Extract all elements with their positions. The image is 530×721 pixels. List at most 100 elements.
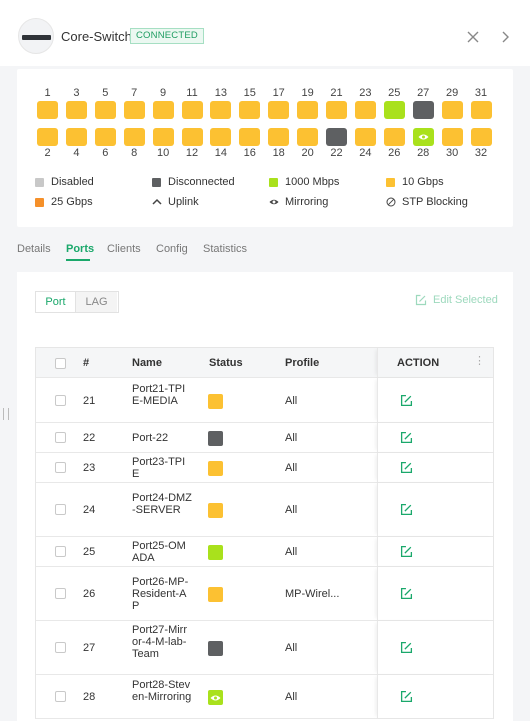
action-cell bbox=[377, 423, 493, 452]
port-3[interactable] bbox=[65, 101, 87, 119]
row-checkbox[interactable] bbox=[55, 504, 66, 515]
uplink-icon bbox=[152, 197, 162, 207]
port-1[interactable] bbox=[37, 101, 58, 119]
close-icon[interactable] bbox=[466, 30, 480, 44]
port-17[interactable] bbox=[268, 101, 290, 119]
port-14[interactable] bbox=[210, 128, 232, 146]
port-number-label: 6 bbox=[102, 147, 109, 159]
legend-label: Mirroring bbox=[285, 196, 329, 208]
edit-icon[interactable] bbox=[400, 690, 414, 704]
profile-cell: MP-Wirel... bbox=[285, 588, 340, 600]
port-4[interactable] bbox=[65, 128, 87, 146]
port-23[interactable] bbox=[354, 101, 376, 119]
col-name-header: Name bbox=[132, 357, 162, 369]
edit-selected-label: Edit Selected bbox=[433, 294, 498, 306]
row-checkbox[interactable] bbox=[55, 432, 66, 443]
port-number-label: 24 bbox=[359, 147, 372, 159]
row-checkbox[interactable] bbox=[55, 546, 66, 557]
port-9[interactable] bbox=[152, 101, 174, 119]
eye-icon bbox=[269, 197, 279, 207]
port-13[interactable] bbox=[210, 101, 232, 119]
table-row: 27 Port27-Mirror-4-M-lab-Team All bbox=[36, 621, 493, 675]
port-number-cell: 22 bbox=[83, 432, 96, 444]
port-number-label: 25 bbox=[388, 87, 401, 99]
port-31[interactable] bbox=[470, 101, 492, 119]
port-21[interactable] bbox=[326, 101, 347, 119]
port-number-label: 16 bbox=[243, 147, 256, 159]
seg-port-button[interactable]: Port bbox=[35, 291, 76, 313]
profile-cell: All bbox=[285, 462, 298, 474]
table-row: 22 Port-22 All bbox=[36, 423, 493, 453]
row-checkbox[interactable] bbox=[55, 394, 66, 406]
col-action-header: ACTION bbox=[397, 357, 440, 369]
port-18[interactable] bbox=[268, 128, 290, 146]
resize-handle[interactable] bbox=[3, 408, 9, 422]
port-number-label: 1 bbox=[44, 87, 51, 99]
port-number-label: 27 bbox=[417, 87, 430, 99]
table-header-row: # Name Status Profile ACTION ⋮ bbox=[36, 348, 493, 378]
edit-icon[interactable] bbox=[400, 587, 414, 601]
switch-device-icon bbox=[18, 18, 54, 54]
port-7[interactable] bbox=[123, 101, 145, 119]
port-name-cell: Port26-MP-Resident-AP bbox=[132, 576, 189, 612]
tab-ports[interactable]: Ports bbox=[66, 243, 94, 255]
row-checkbox[interactable] bbox=[55, 588, 66, 599]
profile-cell: All bbox=[285, 504, 298, 516]
port-25[interactable] bbox=[383, 101, 405, 119]
port-15[interactable] bbox=[239, 101, 261, 119]
port-number-cell: 21 bbox=[83, 394, 96, 407]
edit-icon bbox=[415, 294, 427, 306]
tab-config[interactable]: Config bbox=[156, 243, 188, 255]
tab-details[interactable]: Details bbox=[17, 243, 51, 255]
port-10[interactable] bbox=[152, 128, 174, 146]
row-checkbox[interactable] bbox=[55, 462, 66, 473]
edit-icon[interactable] bbox=[400, 503, 414, 517]
edit-icon[interactable] bbox=[400, 394, 414, 408]
port-number-label: 26 bbox=[388, 147, 401, 159]
edit-icon[interactable] bbox=[400, 545, 414, 559]
port-16[interactable] bbox=[239, 128, 261, 146]
more-vertical-icon[interactable]: ⋮ bbox=[474, 354, 485, 367]
legend-10gbps: 10 Gbps bbox=[386, 176, 444, 188]
port-11[interactable] bbox=[181, 101, 203, 119]
edit-icon[interactable] bbox=[400, 641, 414, 655]
action-column-header: ACTION ⋮ bbox=[377, 348, 493, 377]
port-number-label: 10 bbox=[156, 147, 170, 159]
edit-icon[interactable] bbox=[400, 431, 414, 445]
edit-icon[interactable] bbox=[400, 461, 414, 475]
edit-selected-button[interactable]: Edit Selected bbox=[415, 294, 498, 306]
port-26[interactable] bbox=[383, 128, 405, 146]
port-status-swatch bbox=[208, 461, 223, 476]
port-28[interactable] bbox=[412, 128, 434, 146]
port-12[interactable] bbox=[181, 128, 203, 146]
port-30[interactable] bbox=[441, 128, 463, 146]
port-number-label: 3 bbox=[73, 87, 80, 99]
seg-lag-button[interactable]: LAG bbox=[76, 292, 117, 312]
port-32[interactable] bbox=[470, 128, 492, 146]
1000mbps-swatch bbox=[269, 177, 278, 187]
port-22[interactable] bbox=[326, 128, 347, 146]
port-status-swatch bbox=[208, 503, 223, 518]
legend-25gbps: 25 Gbps bbox=[35, 196, 93, 208]
device-header: Core-Switch CONNECTED bbox=[0, 0, 530, 66]
port-number-label: 31 bbox=[474, 87, 488, 99]
status-badge: CONNECTED bbox=[130, 28, 204, 44]
port-2[interactable] bbox=[37, 128, 58, 146]
port-20[interactable] bbox=[297, 128, 319, 146]
tab-statistics[interactable]: Statistics bbox=[203, 243, 247, 255]
row-checkbox[interactable] bbox=[55, 642, 66, 653]
chevron-right-icon[interactable] bbox=[498, 30, 512, 44]
select-all-checkbox[interactable] bbox=[55, 358, 66, 369]
port-19[interactable] bbox=[297, 101, 319, 119]
port-24[interactable] bbox=[354, 128, 376, 146]
port-name-cell: Port27-Mirror-4-M-lab-Team bbox=[132, 624, 188, 660]
row-checkbox[interactable] bbox=[55, 691, 66, 702]
port-5[interactable] bbox=[94, 101, 116, 119]
port-29[interactable] bbox=[441, 101, 463, 119]
col-profile-header: Profile bbox=[285, 357, 320, 369]
port-27[interactable] bbox=[412, 101, 434, 119]
tab-clients[interactable]: Clients bbox=[107, 243, 141, 255]
port-6[interactable] bbox=[94, 128, 116, 146]
10gbps-swatch bbox=[386, 177, 395, 187]
port-8[interactable] bbox=[123, 128, 145, 146]
